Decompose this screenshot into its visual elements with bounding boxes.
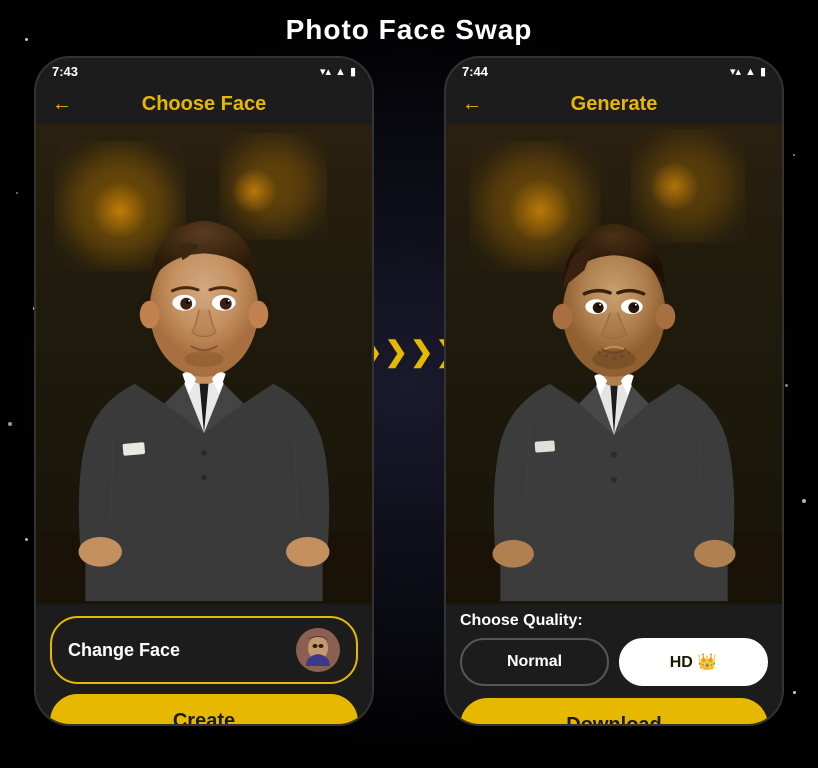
- left-back-arrow[interactable]: ←: [52, 93, 72, 116]
- right-back-arrow[interactable]: ←: [462, 93, 482, 116]
- right-status-icons: ▾▴ ▲ ▮: [730, 65, 766, 78]
- phones-container: 7:43 ▾▴ ▲ ▮ ← Choose Face: [0, 56, 818, 726]
- signal-icon: ▾▴: [320, 65, 331, 78]
- change-face-button[interactable]: Change Face: [50, 616, 358, 684]
- page-title: Photo Face Swap: [0, 0, 818, 56]
- battery-icon: ▮: [350, 65, 356, 78]
- left-phone: 7:43 ▾▴ ▲ ▮ ← Choose Face: [34, 56, 374, 726]
- hd-quality-button[interactable]: HD 👑: [619, 638, 768, 686]
- right-signal-icon: ▾▴: [730, 65, 741, 78]
- quality-section: Choose Quality: Normal HD 👑 Download: [446, 604, 782, 726]
- change-face-label: Change Face: [68, 640, 180, 661]
- left-header: ← Choose Face: [36, 85, 372, 124]
- arrow-2: ❯: [385, 335, 408, 368]
- left-status-icons: ▾▴ ▲ ▮: [320, 65, 356, 78]
- right-photo-bg: [446, 124, 782, 604]
- left-person-svg: [36, 124, 372, 604]
- wifi-icon: ▲: [335, 66, 346, 78]
- right-battery-icon: ▮: [760, 65, 766, 78]
- create-button[interactable]: Create: [50, 694, 358, 726]
- download-button[interactable]: Download: [460, 698, 768, 726]
- left-phone-bottom: Change Face Create: [36, 604, 372, 726]
- quality-label: Choose Quality:: [460, 612, 768, 630]
- face-thumbnail: [296, 628, 340, 672]
- left-time: 7:43: [52, 64, 78, 79]
- quality-buttons: Normal HD 👑: [460, 638, 768, 686]
- right-phone: 7:44 ▾▴ ▲ ▮ ← Generate: [444, 56, 784, 726]
- right-person-svg: [446, 124, 782, 604]
- right-status-bar: 7:44 ▾▴ ▲ ▮: [446, 58, 782, 85]
- right-header-title: Generate: [571, 93, 658, 116]
- right-photo-area: [446, 124, 782, 604]
- normal-quality-button[interactable]: Normal: [460, 638, 609, 686]
- right-header: ← Generate: [446, 85, 782, 124]
- arrow-3: ❯: [410, 335, 433, 368]
- right-wifi-icon: ▲: [745, 66, 756, 78]
- left-status-bar: 7:43 ▾▴ ▲ ▮: [36, 58, 372, 85]
- left-photo-bg: [36, 124, 372, 604]
- right-time: 7:44: [462, 64, 488, 79]
- arrow-container: ❯ ❯ ❯ ❯: [374, 335, 444, 368]
- left-header-title: Choose Face: [142, 93, 266, 116]
- left-photo-area: [36, 124, 372, 604]
